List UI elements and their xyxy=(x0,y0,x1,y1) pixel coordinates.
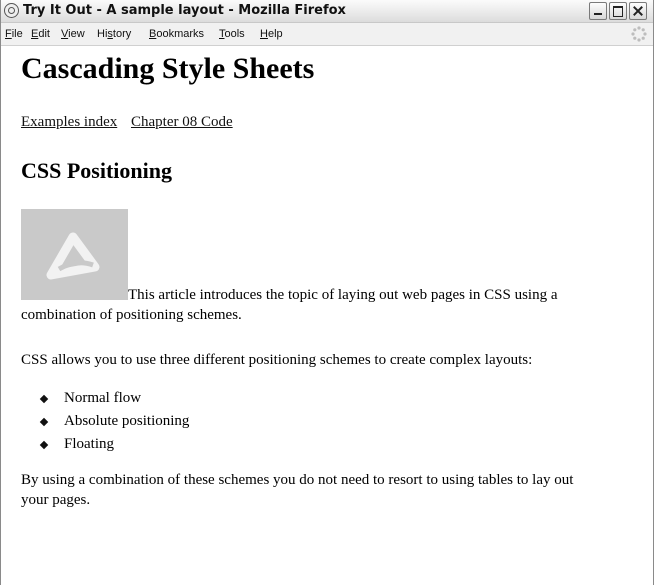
page-title: Cascading Style Sheets xyxy=(21,52,315,85)
positioning-paragraph: CSS allows you to use three different po… xyxy=(21,352,533,368)
menu-view[interactable]: View xyxy=(61,28,85,40)
browser-window: Try It Out - A sample layout - Mozilla F… xyxy=(0,0,654,585)
minimize-button[interactable] xyxy=(589,2,607,20)
chapter-08-code-link[interactable]: Chapter 08 Code xyxy=(131,114,233,130)
menu-bookmarks[interactable]: Bookmarks xyxy=(149,28,204,40)
image-placeholder-icon xyxy=(46,232,100,280)
article-image xyxy=(21,209,128,300)
list-item: Floating xyxy=(37,433,189,456)
intro-line-2: combination of positioning schemes. xyxy=(21,307,242,323)
closing-line-2: your pages. xyxy=(21,492,91,508)
throbber-icon xyxy=(631,26,647,42)
closing-line-1: By using a combination of these schemes … xyxy=(21,472,574,488)
window-title: Try It Out - A sample layout - Mozilla F… xyxy=(23,3,346,18)
menu-access-key: H xyxy=(260,28,268,40)
schemes-list: Normal flow Absolute positioning Floatin… xyxy=(37,387,189,456)
examples-index-link[interactable]: Examples index xyxy=(21,114,117,130)
title-bar[interactable]: Try It Out - A sample layout - Mozilla F… xyxy=(1,0,653,23)
menu-tools[interactable]: Tools xyxy=(219,28,245,40)
list-item: Absolute positioning xyxy=(37,410,189,433)
menu-access-key: s xyxy=(107,28,113,40)
menu-bar: File Edit View History Bookmarks Tools H… xyxy=(1,23,653,46)
firefox-globe-icon xyxy=(4,3,19,18)
menu-file[interactable]: File xyxy=(5,28,23,40)
menu-access-key: E xyxy=(31,28,39,40)
section-heading: CSS Positioning xyxy=(21,158,172,183)
intro-line-1: This article introduces the topic of lay… xyxy=(128,287,558,303)
menu-access-key: F xyxy=(5,28,12,40)
closing-paragraph: By using a combination of these schemes … xyxy=(21,470,641,510)
menu-access-key: B xyxy=(149,28,157,40)
menu-history[interactable]: History xyxy=(97,28,131,40)
menu-access-key: V xyxy=(61,28,69,40)
menu-help[interactable]: Help xyxy=(260,28,283,40)
close-button[interactable] xyxy=(629,2,647,20)
list-item: Normal flow xyxy=(37,387,189,410)
menu-edit[interactable]: Edit xyxy=(31,28,50,40)
nav-links: Examples index Chapter 08 Code xyxy=(21,114,243,131)
menu-access-key: T xyxy=(219,28,225,40)
maximize-button[interactable] xyxy=(609,2,627,20)
